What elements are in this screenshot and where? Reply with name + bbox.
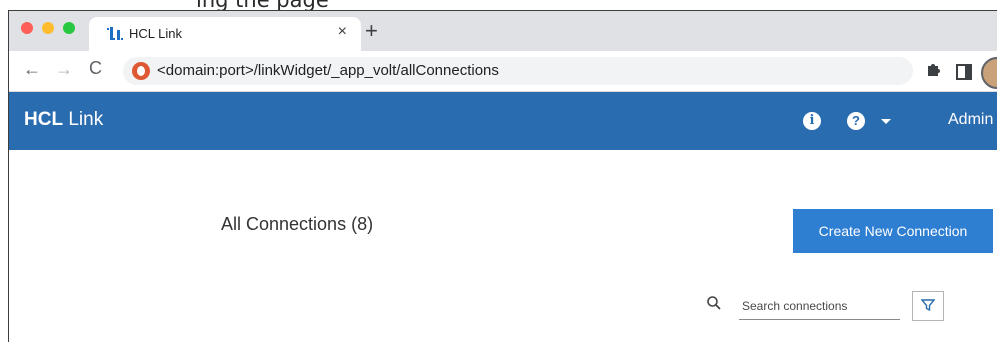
side-panel-icon[interactable] (956, 64, 972, 80)
hcl-link-favicon-icon (107, 27, 123, 40)
new-tab-button[interactable]: + (365, 20, 378, 42)
tab-strip: HCL Link × + (9, 11, 997, 51)
reload-button[interactable]: C (89, 58, 102, 79)
minimize-window-button[interactable] (42, 22, 54, 34)
help-icon[interactable]: ? (847, 112, 865, 130)
caption-text: ing the page (196, 0, 329, 10)
brand-rest: Link (63, 109, 104, 130)
forward-button[interactable]: → (55, 59, 73, 80)
browser-tab[interactable]: HCL Link × (89, 17, 361, 51)
browser-window: HCL Link × + ← → C <domain:port>/linkWid… (8, 10, 997, 342)
page-title: All Connections (8) (221, 214, 374, 234)
chevron-down-icon[interactable] (881, 119, 891, 124)
filter-button[interactable] (912, 291, 944, 321)
close-window-button[interactable] (21, 22, 33, 34)
page-caption: ing the page (0, 0, 997, 10)
filter-icon (920, 298, 936, 311)
app-header: HCL Link i ? Admin (9, 92, 997, 150)
info-icon[interactable]: i (803, 112, 821, 130)
tab-title: HCL Link (129, 26, 182, 41)
maximize-window-button[interactable] (63, 22, 75, 34)
back-button[interactable]: ← (23, 59, 41, 80)
app-brand: HCL Link (24, 109, 103, 131)
browser-toolbar: ← → C <domain:port>/linkWidget/_app_volt… (9, 51, 997, 92)
user-menu[interactable]: Admin (948, 111, 993, 129)
duckduckgo-icon (132, 62, 150, 80)
puzzle-icon[interactable] (926, 61, 942, 77)
search-icon (707, 296, 721, 310)
address-bar[interactable]: <domain:port>/linkWidget/_app_volt/allCo… (123, 57, 913, 85)
tab-close-icon[interactable]: × (338, 23, 347, 41)
profile-avatar[interactable] (981, 57, 997, 89)
url-text[interactable]: <domain:port>/linkWidget/_app_volt/allCo… (157, 62, 499, 79)
create-new-connection-button[interactable]: Create New Connection (793, 209, 993, 253)
search-input[interactable] (739, 293, 900, 320)
brand-bold: HCL (24, 109, 64, 130)
